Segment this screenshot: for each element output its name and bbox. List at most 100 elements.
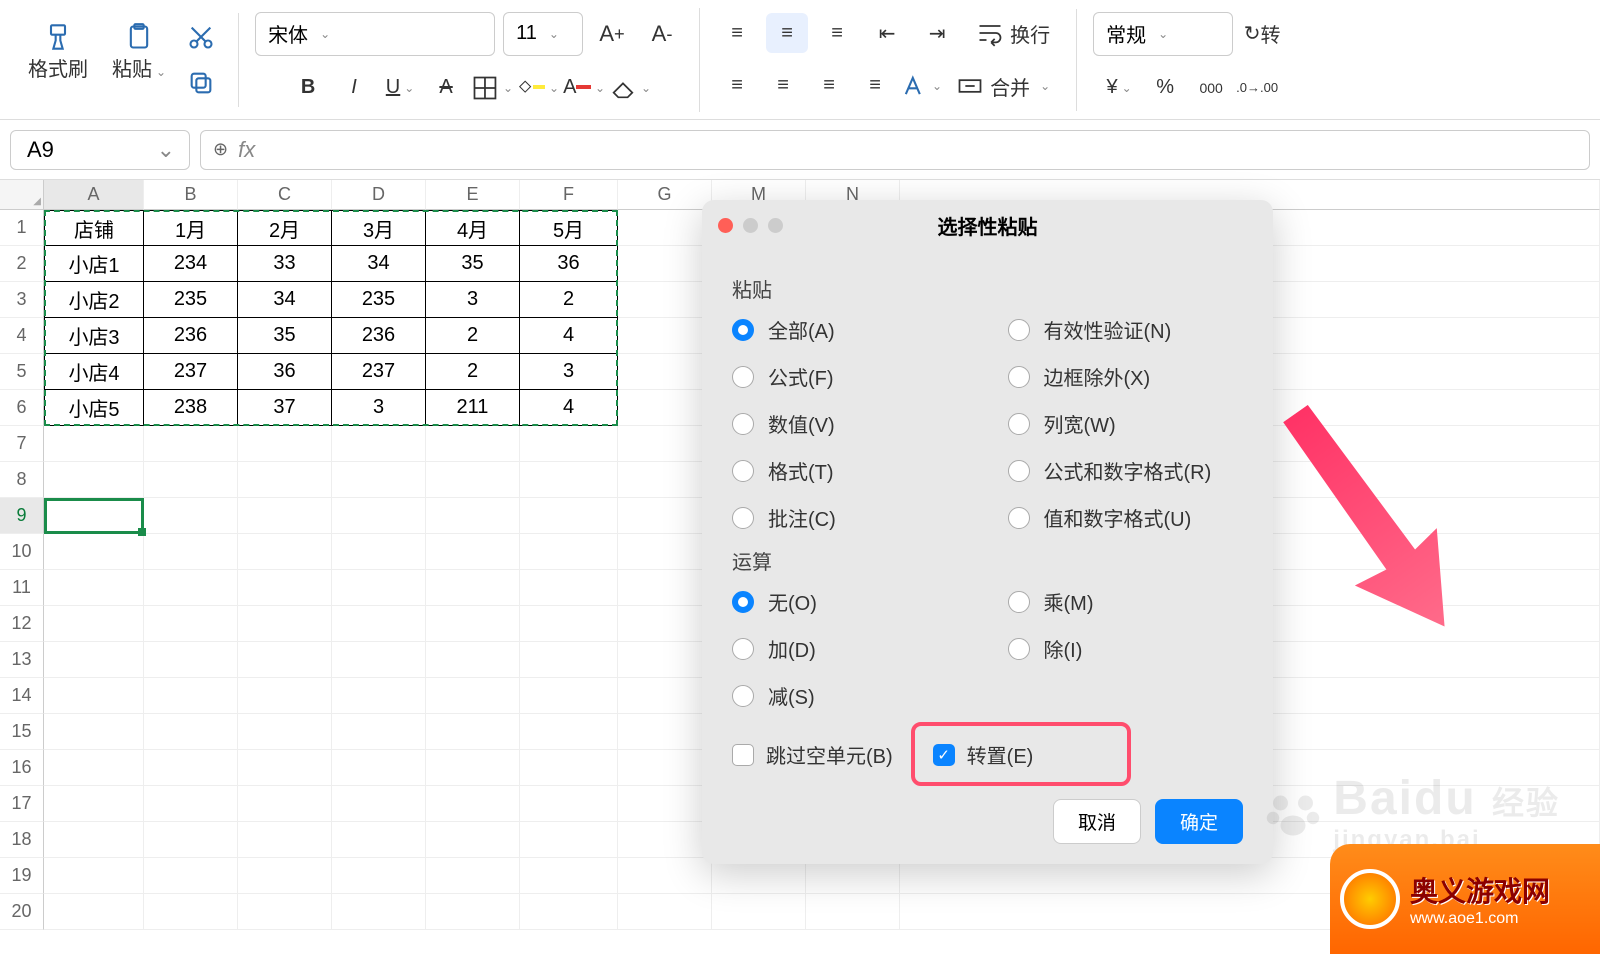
paste-button[interactable]: 粘贴⌄ (102, 17, 176, 103)
cell[interactable] (618, 606, 712, 642)
cell[interactable] (238, 534, 332, 570)
cell[interactable] (238, 642, 332, 678)
row-header-8[interactable]: 8 (0, 462, 44, 498)
cell[interactable]: 2 (520, 282, 618, 318)
cell[interactable] (520, 498, 618, 534)
row-header-13[interactable]: 13 (0, 642, 44, 678)
row-header-14[interactable]: 14 (0, 678, 44, 714)
cell[interactable] (712, 894, 806, 930)
cell[interactable] (520, 750, 618, 786)
row-header-20[interactable]: 20 (0, 894, 44, 930)
cell[interactable] (618, 318, 712, 354)
cell[interactable] (520, 822, 618, 858)
cell[interactable]: 235 (332, 282, 426, 318)
cell[interactable]: 238 (144, 390, 238, 426)
cell[interactable] (44, 606, 144, 642)
cell[interactable] (144, 714, 238, 750)
cell[interactable]: 237 (144, 354, 238, 390)
row-header-9[interactable]: 9 (0, 498, 44, 534)
cell[interactable]: 36 (238, 354, 332, 390)
cell[interactable] (144, 786, 238, 822)
cell[interactable] (238, 498, 332, 534)
cell[interactable] (520, 606, 618, 642)
align-center-button[interactable]: ≡ (762, 66, 804, 106)
cell[interactable]: 1月 (144, 210, 238, 246)
radio-option[interactable]: 值和数字格式(U) (1008, 503, 1244, 532)
cell[interactable]: 2 (426, 354, 520, 390)
cell[interactable] (44, 714, 144, 750)
cell[interactable] (44, 858, 144, 894)
cell[interactable] (426, 570, 520, 606)
cell[interactable] (520, 426, 618, 462)
cell[interactable] (520, 714, 618, 750)
radio-option[interactable]: 加(D) (732, 634, 968, 663)
cell[interactable] (44, 786, 144, 822)
cell[interactable] (618, 858, 712, 894)
cell[interactable] (618, 282, 712, 318)
cell[interactable] (238, 606, 332, 642)
row-header-18[interactable]: 18 (0, 822, 44, 858)
font-name-select[interactable]: 宋体⌄ (255, 12, 495, 56)
cell[interactable]: 35 (426, 246, 520, 282)
radio-option[interactable]: 数值(V) (732, 409, 968, 438)
cell[interactable] (618, 642, 712, 678)
copy-button[interactable] (180, 63, 222, 103)
cell[interactable] (44, 750, 144, 786)
cell[interactable] (44, 534, 144, 570)
cell[interactable] (426, 750, 520, 786)
increase-indent-button[interactable]: ⇥ (916, 13, 958, 53)
cell[interactable] (618, 210, 712, 246)
cell[interactable]: 35 (238, 318, 332, 354)
row-header-10[interactable]: 10 (0, 534, 44, 570)
cell[interactable]: 4 (520, 318, 618, 354)
merge-button[interactable]: 合并⌄ (946, 66, 1060, 107)
font-size-select[interactable]: 11⌄ (503, 12, 583, 56)
radio-option[interactable]: 列宽(W) (1008, 409, 1244, 438)
cut-button[interactable] (180, 17, 222, 57)
row-header-4[interactable]: 4 (0, 318, 44, 354)
column-header-A[interactable]: A (44, 180, 144, 210)
cell[interactable]: 236 (332, 318, 426, 354)
italic-button[interactable]: I (333, 68, 375, 108)
fill-color-button[interactable]: ⌄ (517, 68, 559, 108)
cell[interactable]: 店铺 (44, 210, 144, 246)
cell[interactable] (426, 462, 520, 498)
cell[interactable]: 211 (426, 390, 520, 426)
cell[interactable] (426, 606, 520, 642)
cell[interactable] (520, 678, 618, 714)
row-header-7[interactable]: 7 (0, 426, 44, 462)
format-painter-button[interactable]: 格式刷 (18, 17, 98, 103)
cell[interactable]: 2 (426, 318, 520, 354)
orientation-button[interactable]: ⌄ (900, 66, 942, 106)
borders-button[interactable]: ⌄ (471, 68, 513, 108)
rotate-button[interactable]: ↻ 转 (1241, 14, 1283, 54)
radio-option[interactable]: 批注(C) (732, 503, 968, 532)
increase-decimal-button[interactable]: .0→.00 (1236, 68, 1278, 108)
cell[interactable] (618, 786, 712, 822)
align-bottom-button[interactable]: ≡ (816, 13, 858, 53)
cell[interactable] (144, 606, 238, 642)
cell[interactable]: 236 (144, 318, 238, 354)
cell[interactable] (618, 750, 712, 786)
cell[interactable] (618, 354, 712, 390)
column-header-F[interactable]: F (520, 180, 618, 210)
cell[interactable]: 235 (144, 282, 238, 318)
currency-button[interactable]: ¥⌄ (1098, 68, 1140, 108)
cell[interactable]: 2月 (238, 210, 332, 246)
cell[interactable] (238, 426, 332, 462)
cell[interactable] (332, 462, 426, 498)
cell[interactable] (618, 498, 712, 534)
cell[interactable] (332, 498, 426, 534)
cell[interactable]: 234 (144, 246, 238, 282)
align-middle-button[interactable]: ≡ (766, 13, 808, 53)
radio-option[interactable]: 格式(T) (732, 456, 968, 485)
cell[interactable] (618, 714, 712, 750)
cell[interactable]: 36 (520, 246, 618, 282)
row-header-17[interactable]: 17 (0, 786, 44, 822)
column-header-B[interactable]: B (144, 180, 238, 210)
cell[interactable] (806, 894, 900, 930)
radio-option[interactable]: 边框除外(X) (1008, 362, 1244, 391)
strikethrough-button[interactable]: A (425, 68, 467, 108)
radio-option[interactable]: 除(I) (1008, 634, 1244, 663)
cell[interactable] (238, 714, 332, 750)
